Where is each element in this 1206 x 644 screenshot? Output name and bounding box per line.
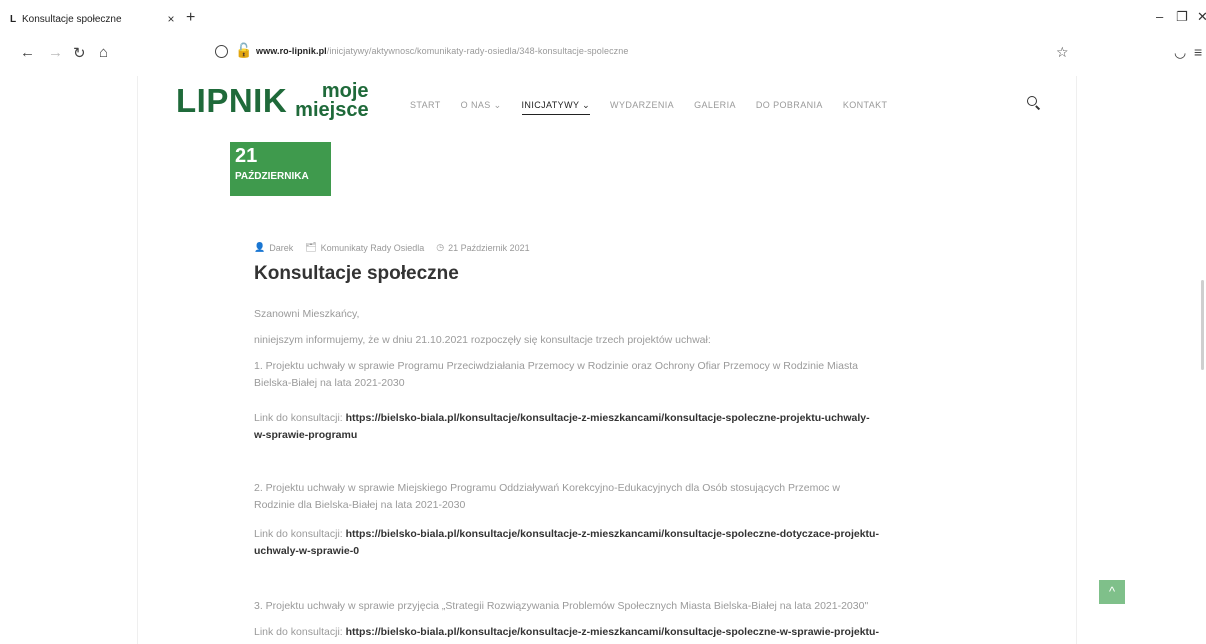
link-2-line-1: https://bielsko-biala.pl/konsultacje/kon… (345, 528, 879, 540)
link-3-paragraph: Link do konsultacji: https://bielsko-bia… (254, 624, 974, 641)
greeting: Szanowni Mieszkańcy, (254, 308, 360, 320)
link-1-label: Link do konsultacji: (254, 412, 343, 424)
browser-toolbar: ← → ↻ ⌂ 🔓 www.ro-lipnik.pl/inicjatywy/ak… (0, 42, 1206, 70)
forward-arrow-icon[interactable]: → (48, 44, 63, 61)
item-2-line-1: 2. Projektu uchwały w sprawie Miejskiego… (254, 482, 840, 494)
nav-inicjatywy[interactable]: INICJATYWY ⌄ (521, 100, 591, 115)
link-2[interactable]: https://bielsko-biala.pl/konsultacje/kon… (254, 528, 879, 557)
date-badge-month: PAŹDZIERNIKA (235, 171, 309, 182)
close-window-icon[interactable]: ✕ (1197, 9, 1206, 25)
link-3-label: Link do konsultacji: (254, 626, 343, 638)
item-1: 1. Projektu uchwały w sprawie Programu P… (254, 358, 974, 392)
tab-close-icon[interactable]: × (164, 12, 178, 26)
intro-paragraph: niniejszym informujemy, że w dniu 21.10.… (254, 334, 711, 346)
post-title: Konsultacje społeczne (254, 263, 459, 284)
url-domain: www.ro-lipnik.pl (256, 46, 327, 56)
site-favicon-icon: L (10, 13, 17, 25)
tab-bar: L Konsultacje społeczne × + – ❐ ✕ (0, 0, 1206, 34)
logo-sub-text: moje miejsce (295, 81, 369, 121)
browser-tab[interactable]: L Konsultacje społeczne × (10, 8, 178, 30)
reload-icon[interactable]: ↻ (73, 44, 86, 62)
item-1-line-2: Bielska-Białej na lata 2021-2030 (254, 377, 405, 389)
post-meta: 👤 Darek 🗂 Komunikaty Rady Osiedla ◷ 21 P… (254, 242, 534, 253)
post-author[interactable]: Darek (269, 243, 293, 253)
link-3[interactable]: https://bielsko-biala.pl/konsultacje/kon… (346, 626, 879, 638)
page-content: LIPNIK moje miejsce START O NAS ⌄ INICJA… (137, 76, 1077, 644)
link-1-line-2: w-sprawie-programu (254, 429, 358, 441)
new-tab-button[interactable]: + (186, 9, 195, 27)
link-2-paragraph: Link do konsultacji: https://bielsko-bia… (254, 526, 974, 560)
menu-icon[interactable]: ≡ (1194, 44, 1202, 60)
tracking-shield-icon[interactable] (215, 45, 228, 58)
item-2-line-2: Rodzinie dla Bielska-Białej na lata 2021… (254, 499, 466, 511)
link-2-label: Link do konsultacji: (254, 528, 343, 540)
nav-o-nas[interactable]: O NAS ⌄ (461, 100, 502, 115)
insecure-lock-icon[interactable]: 🔓 (235, 42, 252, 59)
tab-title: Konsultacje społeczne (22, 13, 122, 25)
link-1-line-1: https://bielsko-biala.pl/konsultacje/kon… (345, 412, 870, 424)
item-2: 2. Projektu uchwały w sprawie Miejskiego… (254, 480, 974, 514)
minimize-icon[interactable]: – (1156, 9, 1163, 24)
logo-main-text: LIPNIK (176, 82, 288, 119)
search-icon[interactable] (1027, 96, 1037, 106)
post-category[interactable]: Komunikaty Rady Osiedla (321, 243, 425, 253)
link-1-paragraph: Link do konsultacji: https://bielsko-bia… (254, 410, 974, 444)
category-icon: 🗂 (305, 242, 317, 252)
star-icon[interactable]: ☆ (1056, 44, 1069, 61)
scrollbar[interactable] (1201, 280, 1204, 370)
clock-icon: ◷ (436, 242, 445, 252)
post-date: 21 Październik 2021 (448, 242, 530, 253)
maximize-icon[interactable]: ❐ (1176, 9, 1188, 25)
url-path: /inicjatywy/aktywnosc/komunikaty-rady-os… (326, 46, 629, 56)
link-2-line-2: uchwaly-w-sprawie-0 (254, 545, 360, 557)
address-bar[interactable]: www.ro-lipnik.pl/inicjatywy/aktywnosc/ko… (256, 46, 629, 56)
nav-kontakt[interactable]: KONTAKT (843, 100, 888, 115)
item-3-line-1: 3. Projektu uchwały w sprawie przyjęcia … (254, 600, 869, 612)
home-icon[interactable]: ⌂ (99, 44, 108, 61)
nav-start[interactable]: START (410, 100, 441, 115)
item-1-line-1: 1. Projektu uchwały w sprawie Programu P… (254, 360, 858, 372)
link-1[interactable]: https://bielsko-biala.pl/konsultacje/kon… (254, 412, 870, 441)
nav-do-pobrania[interactable]: DO POBRANIA (756, 100, 823, 115)
logo-sub-line-2: miejsce (295, 99, 369, 121)
pocket-icon[interactable]: ◡ (1174, 44, 1186, 61)
nav-wydarzenia[interactable]: WYDARZENIA (610, 100, 674, 115)
site-logo[interactable]: LIPNIK moje miejsce (176, 81, 369, 121)
date-badge-day: 21 (235, 145, 258, 167)
date-badge: 21 PAŹDZIERNIKA (230, 142, 331, 196)
back-arrow-icon[interactable]: ← (20, 44, 35, 61)
nav-galeria[interactable]: GALERIA (694, 100, 736, 115)
item-3: 3. Projektu uchwały w sprawie przyjęcia … (254, 598, 974, 615)
user-icon: 👤 (254, 242, 266, 252)
main-nav: START O NAS ⌄ INICJATYWY ⌄ WYDARZENIA GA… (410, 100, 907, 115)
scroll-to-top-button[interactable]: ^ (1099, 580, 1125, 604)
